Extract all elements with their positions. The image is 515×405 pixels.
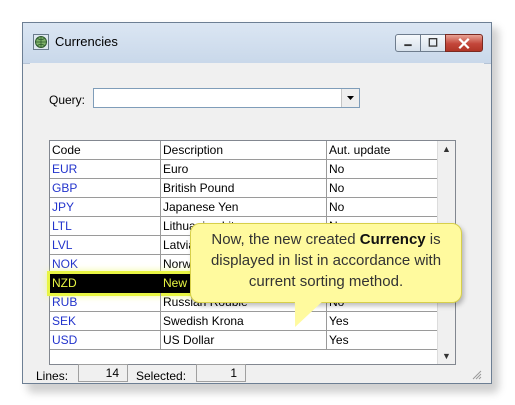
minimize-button[interactable] [395, 34, 421, 52]
callout-text-before: Now, the new created [211, 231, 360, 248]
window-title: Currencies [55, 34, 118, 49]
cell-aut-update: No [327, 198, 445, 217]
query-dropdown-button[interactable] [341, 89, 359, 107]
cell-code: EUR [50, 160, 161, 179]
title-bar[interactable]: Currencies [23, 23, 491, 64]
close-button[interactable] [445, 34, 483, 52]
maximize-button[interactable] [420, 34, 446, 52]
selected-label: Selected: [136, 369, 187, 383]
cell-code: LTL [50, 217, 161, 236]
cell-code: RUB [50, 293, 161, 312]
close-icon [458, 37, 470, 50]
callout-text-bold: Currency [359, 231, 426, 248]
tooltip-callout: Now, the new created Currency is display… [190, 223, 462, 303]
column-header-aut-update[interactable]: Aut. update [327, 141, 445, 160]
query-label: Query: [49, 93, 86, 107]
query-dropdown[interactable] [93, 88, 360, 108]
cell-code: SEK [50, 312, 161, 331]
globe-icon [33, 34, 49, 50]
cell-aut-update: No [327, 179, 445, 198]
cell-description: US Dollar [161, 331, 327, 350]
column-header-code[interactable]: Code [50, 141, 161, 160]
scroll-up-icon[interactable]: ▲ [442, 144, 451, 154]
lines-count: 14 [78, 364, 128, 382]
cell-description: Japanese Yen [161, 198, 327, 217]
selected-count: 1 [196, 364, 246, 382]
minimize-icon [404, 44, 412, 47]
cell-aut-update: Yes [327, 312, 445, 331]
cell-code: LVL [50, 236, 161, 255]
cell-aut-update: No [327, 160, 445, 179]
cell-description: Euro [161, 160, 327, 179]
cell-description: British Pound [161, 179, 327, 198]
cell-aut-update: Yes [327, 331, 445, 350]
resize-grip-icon[interactable] [470, 368, 482, 380]
scroll-down-icon[interactable]: ▼ [442, 351, 451, 361]
status-bar: Lines: 14 Selected: 1 [30, 364, 484, 383]
chevron-down-icon [347, 96, 354, 100]
cell-code: JPY [50, 198, 161, 217]
lines-label: Lines: [36, 369, 69, 383]
maximize-icon [428, 38, 438, 47]
cell-code: NZD [50, 274, 161, 293]
client-area: Query: Code Description Aut. update EUR … [30, 63, 484, 376]
cell-code: GBP [50, 179, 161, 198]
currencies-window: Currencies Query: Code Description Aut. … [22, 22, 492, 384]
cell-code: NOK [50, 255, 161, 274]
column-header-description[interactable]: Description [161, 141, 327, 160]
cell-code: USD [50, 331, 161, 350]
